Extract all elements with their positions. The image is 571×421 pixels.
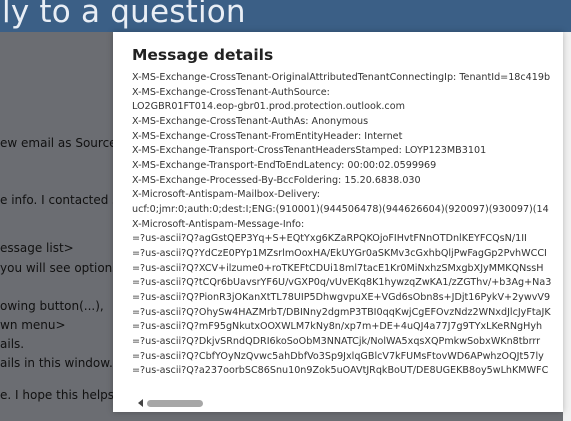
page-edge: [563, 32, 571, 421]
message-headers-scroll-area[interactable]: X-MS-Exchange-CrossTenant-OriginalAttrib…: [132, 72, 563, 394]
header-line: X-MS-Exchange-CrossTenant-FromEntityHead…: [132, 131, 403, 142]
background-text-line: essage list>: [0, 241, 74, 255]
scrollbar-thumb[interactable]: [147, 400, 203, 407]
header-line: =?us-ascii?Q?YdCzE0PYp1MZsrlmOoxHA/EkUYG…: [132, 248, 547, 259]
header-line: X-MS-Exchange-Processed-By-BccFoldering:…: [132, 175, 421, 186]
header-line: ucf:0;jmr:0;auth:0;dest:I;ENG:(910001)(9…: [132, 204, 549, 215]
header-line: X-MS-Exchange-Transport-EndToEndLatency:…: [132, 160, 437, 171]
background-text-line: e. I hope this helps s: [0, 388, 125, 402]
header-line: X-MS-Exchange-CrossTenant-OriginalAttrib…: [132, 72, 551, 83]
header-line: LO2GBR01FT014.eop-gbr01.prod.protection.…: [132, 101, 405, 112]
header-line: X-Microsoft-Antispam-Mailbox-Delivery:: [132, 189, 320, 200]
header-line: =?us-ascii?Q?OhySw4HAZMrbT/DBINny2dgmP3T…: [132, 307, 551, 318]
header-line: =?us-ascii?Q?mF95gNkutxOOXWLM7kNy8n/xp7m…: [132, 321, 543, 332]
header-line: =?us-ascii?Q?agGstQEP3Yq+S+EQtYxg6KZaRPQ…: [132, 233, 527, 244]
background-page-title: ly to a question: [2, 0, 246, 30]
background-text-line: ails in this window.: [0, 356, 113, 370]
background-text-line: ails.: [0, 337, 25, 351]
header-line: X-MS-Exchange-CrossTenant-AuthAs: Anonym…: [132, 116, 369, 127]
header-line: =?us-ascii?Q?XCV+ilzume0+roTKEFtCDUi18ml…: [132, 263, 544, 274]
header-line: =?us-ascii?Q?DkjvSRndQDRI6koSoObM3NNATCj…: [132, 336, 541, 347]
header-line: X-Microsoft-Antispam-Message-Info:: [132, 219, 305, 230]
background-text-line: e info. I contacted su: [0, 193, 127, 207]
header-line: =?us-ascii?Q?a237oorbSC86Snu10n9Zok5uOAV…: [132, 365, 549, 376]
header-line: =?us-ascii?Q?PionR3jOKanXtTL78UIP5Dhwgvp…: [132, 292, 551, 303]
header-line: =?us-ascii?Q?tCQr6bUavsrYF6U/vGXP0q/vUvE…: [132, 277, 552, 288]
header-line: X-MS-Exchange-Transport-CrossTenantHeade…: [132, 145, 487, 156]
background-text-line: owing button(...),: [0, 299, 104, 313]
horizontal-scrollbar[interactable]: [113, 396, 563, 412]
background-text-line: wn menu>: [0, 318, 66, 332]
dialog-title: Message details: [132, 46, 274, 64]
header-line: =?us-ascii?Q?CbfYOyNzQvwc5ahDbfVo3Sp9Jxl…: [132, 351, 544, 362]
background-text-line: you will see options: [0, 261, 119, 275]
scroll-left-arrow-icon[interactable]: [138, 399, 143, 407]
message-details-dialog: Message details X-MS-Exchange-CrossTenan…: [113, 32, 563, 412]
header-line: X-MS-Exchange-CrossTenant-AuthSource:: [132, 87, 330, 98]
